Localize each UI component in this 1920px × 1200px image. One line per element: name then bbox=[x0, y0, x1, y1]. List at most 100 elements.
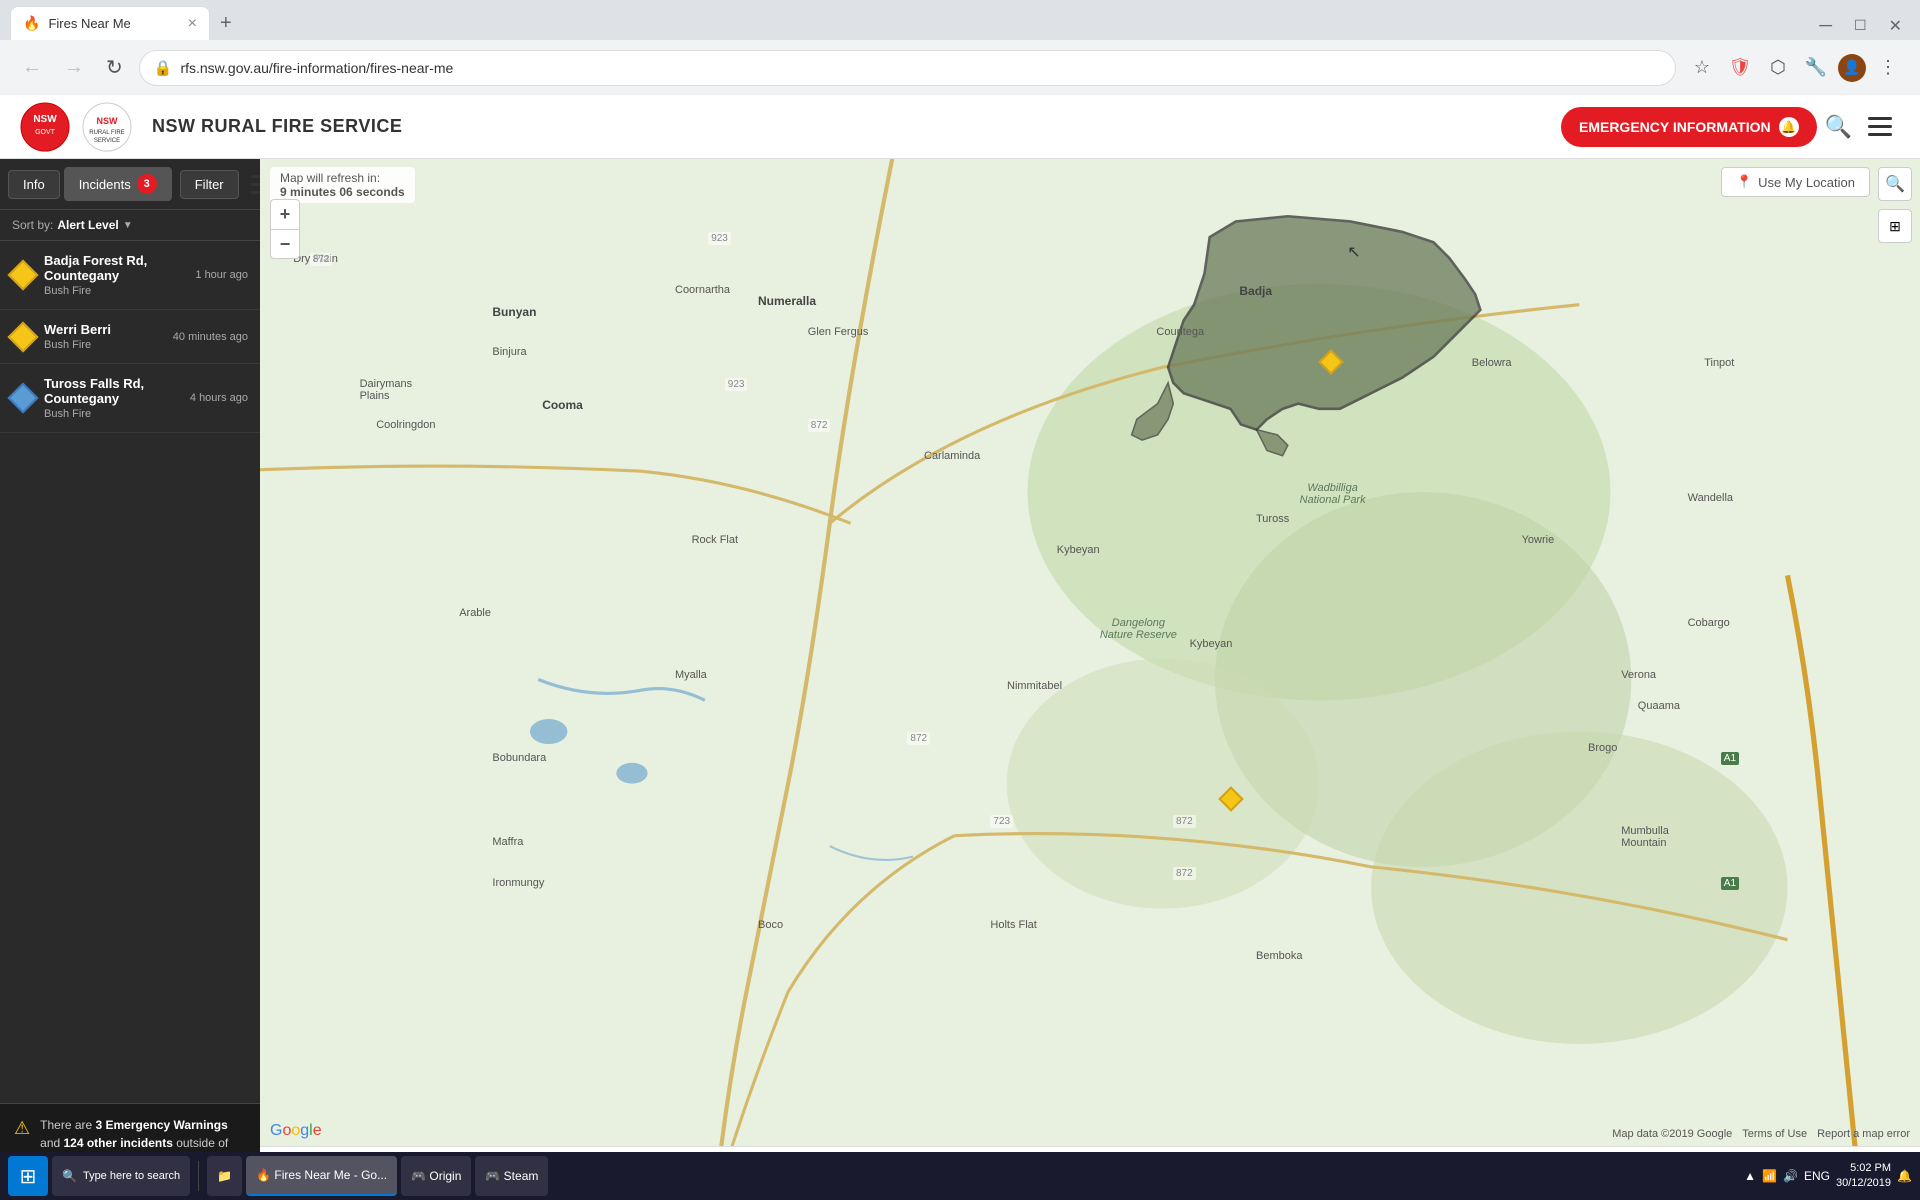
address-bar[interactable]: 🔒 rfs.nsw.gov.au/fire-information/fires-… bbox=[139, 50, 1676, 86]
incidents-tab-btn[interactable]: Incidents 3 bbox=[64, 167, 172, 201]
header-search-btn[interactable]: 🔍 bbox=[1817, 106, 1860, 148]
minimize-btn[interactable]: ─ bbox=[1809, 11, 1842, 40]
active-tab[interactable]: 🔥 Fires Near Me × bbox=[10, 6, 210, 40]
new-tab-btn[interactable]: + bbox=[210, 6, 242, 40]
main-content: Info Incidents 3 Filter Sort by: Alert L… bbox=[0, 159, 1920, 1200]
zoom-in-btn[interactable]: + bbox=[270, 199, 300, 229]
zoom-controls: + − bbox=[270, 199, 300, 259]
start-btn[interactable]: ⊞ bbox=[8, 1156, 48, 1196]
emergency-btn-label: EMERGENCY INFORMATION bbox=[1579, 119, 1771, 135]
map-cursor: ↖ bbox=[1347, 242, 1360, 262]
bookmark-btn[interactable]: ☆ bbox=[1686, 52, 1718, 84]
sort-value: Alert Level bbox=[57, 218, 118, 232]
map-area: Map will refresh in: 9 minutes 06 second… bbox=[260, 159, 1920, 1200]
fire-time-2: 40 minutes ago bbox=[173, 331, 248, 343]
fire-item-2[interactable]: Werri Berri Bush Fire 40 minutes ago bbox=[0, 310, 260, 364]
alert-warning-icon: ⚠ bbox=[14, 1118, 30, 1139]
fire-info-1: Badja Forest Rd, Countegany Bush Fire bbox=[44, 253, 185, 297]
svg-text:NSW: NSW bbox=[97, 116, 119, 126]
taskbar-chrome[interactable]: 🔥 Fires Near Me - Go... bbox=[246, 1156, 397, 1196]
map-credits: Map data ©2019 Google Terms of Use Repor… bbox=[1612, 1128, 1910, 1140]
fire-time-3: 4 hours ago bbox=[190, 392, 248, 404]
svg-text:RURAL FIRE: RURAL FIRE bbox=[89, 130, 124, 136]
fire-item-3[interactable]: Tuross Falls Rd, Countegany Bush Fire 4 … bbox=[0, 364, 260, 433]
filter-btn[interactable]: Filter bbox=[180, 170, 239, 199]
map-svg bbox=[260, 159, 1920, 1200]
security-icon: 🔒 bbox=[154, 59, 173, 77]
fire-name-3: Tuross Falls Rd, Countegany bbox=[44, 376, 180, 406]
sort-arrow-icon: ▼ bbox=[123, 220, 133, 231]
incidents-label: Incidents bbox=[79, 177, 131, 192]
extension3-btn[interactable]: 🔧 bbox=[1800, 52, 1832, 84]
header-menu-btn[interactable] bbox=[1860, 109, 1900, 144]
taskbar-sep-1 bbox=[198, 1161, 199, 1191]
info-tab-btn[interactable]: Info bbox=[8, 170, 60, 199]
fire-name-2: Werri Berri bbox=[44, 322, 163, 337]
more-btn[interactable]: ⋮ bbox=[1872, 52, 1904, 84]
refresh-timer: Map will refresh in: 9 minutes 06 second… bbox=[270, 167, 415, 203]
tab-close-btn[interactable]: × bbox=[188, 15, 197, 33]
tab-bar: 🔥 Fires Near Me × + ─ ☐ ✕ bbox=[0, 0, 1920, 40]
layers-btn[interactable]: ⊞ bbox=[1878, 209, 1912, 243]
tab-title: Fires Near Me bbox=[48, 16, 130, 31]
profile-icon[interactable]: 👤 bbox=[1838, 54, 1866, 82]
reload-btn[interactable]: ↻ bbox=[100, 49, 129, 86]
close-btn[interactable]: ✕ bbox=[1879, 12, 1912, 40]
taskbar-time: 5:02 PM 30/12/2019 bbox=[1836, 1161, 1891, 1192]
sort-prefix: Sort by: bbox=[12, 218, 53, 232]
taskbar-file-explorer[interactable]: 📁 bbox=[207, 1156, 242, 1196]
svg-text:NSW: NSW bbox=[33, 114, 57, 125]
fire-name-1: Badja Forest Rd, Countegany bbox=[44, 253, 185, 283]
location-icon: 📍 bbox=[1736, 174, 1752, 190]
nsw-logo: NSW GOVT bbox=[20, 102, 70, 152]
fire-time-1: 1 hour ago bbox=[195, 269, 248, 281]
taskbar-notification-icon[interactable]: 🔔 bbox=[1897, 1169, 1912, 1183]
fire-marker-yellow-1 bbox=[7, 259, 38, 290]
extension2-btn[interactable]: ⬡ bbox=[1762, 52, 1794, 84]
taskbar-origin[interactable]: 🎮 Origin bbox=[401, 1156, 471, 1196]
fire-marker-yellow-2 bbox=[7, 321, 38, 352]
date-display: 30/12/2019 bbox=[1836, 1176, 1891, 1191]
sidebar-toolbar: Info Incidents 3 Filter bbox=[0, 159, 260, 210]
fire-type-1: Bush Fire bbox=[44, 285, 185, 297]
browser-chrome: 🔥 Fires Near Me × + ─ ☐ ✕ ← → ↻ 🔒 rfs.ns… bbox=[0, 0, 1920, 95]
map-data-credit: Map data ©2019 Google bbox=[1612, 1128, 1732, 1140]
fire-info-3: Tuross Falls Rd, Countegany Bush Fire bbox=[44, 376, 180, 420]
incidents-count-badge: 3 bbox=[137, 174, 157, 194]
taskbar-systray: ▲ 📶 🔊 ENG 5:02 PM 30/12/2019 🔔 bbox=[1744, 1161, 1912, 1192]
header-logos: NSW GOVT NSW RURAL FIRE SERVICE NSW RURA… bbox=[20, 102, 402, 152]
url-text: rfs.nsw.gov.au/fire-information/fires-ne… bbox=[180, 60, 1661, 76]
map-search-btn[interactable]: 🔍 bbox=[1878, 167, 1912, 201]
use-location-btn[interactable]: 📍 Use My Location bbox=[1721, 167, 1870, 197]
taskbar-search-btn[interactable]: 🔍 Type here to search bbox=[52, 1156, 190, 1196]
zoom-out-btn[interactable]: − bbox=[270, 229, 300, 259]
fire-marker-blue-3 bbox=[7, 382, 38, 413]
maximize-btn[interactable]: ☐ bbox=[1844, 13, 1877, 38]
app-container: NSW GOVT NSW RURAL FIRE SERVICE NSW RURA… bbox=[0, 95, 1920, 1200]
tab-favicon: 🔥 bbox=[23, 15, 40, 32]
emergency-badge-icon: 🔔 bbox=[1779, 117, 1799, 137]
use-location-label: Use My Location bbox=[1758, 175, 1855, 190]
svg-text:SERVICE: SERVICE bbox=[94, 138, 120, 144]
terms-of-use-link[interactable]: Terms of Use bbox=[1742, 1128, 1807, 1140]
fire-info-2: Werri Berri Bush Fire bbox=[44, 322, 163, 351]
taskbar-volume-icon: 🔊 bbox=[1783, 1169, 1798, 1183]
fire-type-2: Bush Fire bbox=[44, 339, 163, 351]
taskbar-network-icon: 📶 bbox=[1762, 1169, 1777, 1183]
report-error-link[interactable]: Report a map error bbox=[1817, 1128, 1910, 1140]
svg-text:GOVT: GOVT bbox=[35, 129, 56, 136]
emergency-btn[interactable]: EMERGENCY INFORMATION 🔔 bbox=[1561, 107, 1817, 147]
forward-btn[interactable]: → bbox=[58, 50, 90, 85]
rfs-logo: NSW RURAL FIRE SERVICE bbox=[82, 102, 132, 152]
back-btn[interactable]: ← bbox=[16, 50, 48, 85]
taskbar-hide-icon[interactable]: ▲ bbox=[1744, 1169, 1756, 1183]
nav-bar: ← → ↻ 🔒 rfs.nsw.gov.au/fire-information/… bbox=[0, 40, 1920, 95]
taskbar: ⊞ 🔍 Type here to search 📁 🔥 Fires Near M… bbox=[0, 1152, 1920, 1200]
taskbar-steam[interactable]: 🎮 Steam bbox=[475, 1156, 548, 1196]
sort-bar[interactable]: Sort by: Alert Level ▼ bbox=[0, 210, 260, 241]
sidebar: Info Incidents 3 Filter Sort by: Alert L… bbox=[0, 159, 260, 1200]
extension1-btn[interactable]: 🛡 bbox=[1724, 52, 1756, 84]
fire-item-1[interactable]: Badja Forest Rd, Countegany Bush Fire 1 … bbox=[0, 241, 260, 310]
nav-icons: ☆ 🛡 ⬡ 🔧 👤 ⋮ bbox=[1686, 52, 1904, 84]
hamburger-icon bbox=[1868, 117, 1892, 136]
